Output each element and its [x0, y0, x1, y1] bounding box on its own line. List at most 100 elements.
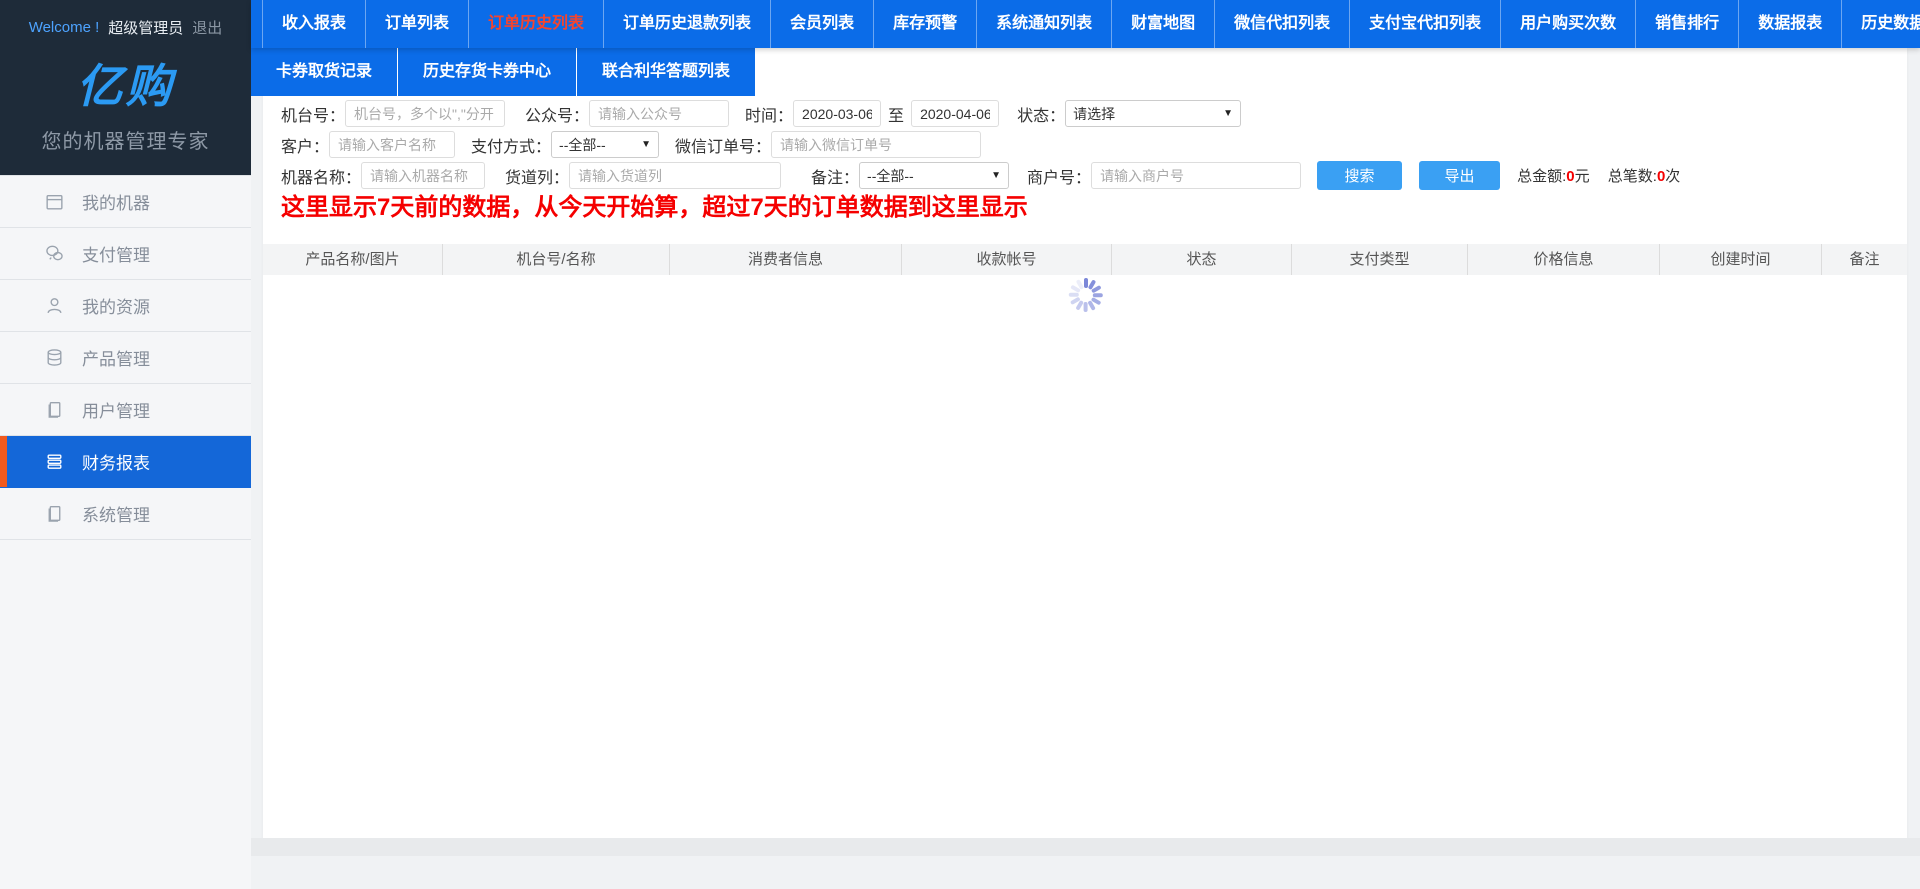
official-account-label: 公众号： — [525, 107, 590, 125]
tab-history-data-report[interactable]: 历史数据报表 — [1842, 0, 1920, 48]
tab-data-report[interactable]: 数据报表 — [1739, 0, 1843, 48]
file-icon — [48, 401, 61, 418]
filter-row-2: 客户： 支付方式： --全部-- ▼ 微信订单号： — [281, 131, 1889, 158]
sidebar-item-system-management[interactable]: 系统管理 — [0, 488, 251, 540]
sidebar-item-label: 系统管理 — [82, 506, 150, 525]
wechat-order-label: 微信订单号： — [675, 138, 772, 156]
col-price-info: 价格信息 — [1468, 244, 1660, 275]
top-nav: 收入报表 订单列表 订单历史列表 订单历史退款列表 会员列表 库存预警 系统通知… — [251, 0, 1920, 48]
export-button[interactable]: 导出 — [1419, 161, 1501, 190]
brand-tagline: 您的机器管理专家 — [41, 131, 210, 153]
col-receiving-account: 收款帐号 — [902, 244, 1112, 275]
machine-no-input[interactable] — [345, 100, 506, 127]
total-amount-label: 总金额: — [1517, 168, 1567, 185]
sidebar-item-label: 支付管理 — [82, 246, 150, 265]
col-created-time: 创建时间 — [1660, 244, 1822, 275]
tab-alipay-withhold-list[interactable]: 支付宝代扣列表 — [1350, 0, 1502, 48]
tab-coupon-pickup-records[interactable]: 卡券取货记录 — [251, 48, 398, 96]
tab-history-stock-coupon-center[interactable]: 历史存货卡券中心 — [397, 48, 577, 96]
sidebar-item-payment-management[interactable]: 支付管理 — [0, 228, 251, 280]
tab-sales-ranking[interactable]: 销售排行 — [1636, 0, 1740, 48]
logout-link[interactable]: 退出 — [192, 17, 222, 38]
sidebar-item-label: 财务报表 — [82, 454, 150, 473]
wechat-order-input[interactable] — [771, 131, 982, 158]
user-icon — [47, 298, 62, 314]
total-count-label: 总笔数: — [1607, 168, 1657, 185]
tab-user-purchase-count[interactable]: 用户购买次数 — [1501, 0, 1637, 48]
bottom-scroll-band — [251, 838, 1920, 856]
sidebar-item-user-management[interactable]: 用户管理 — [0, 384, 251, 436]
user-bar: Welcome ! 超级管理员 退出 — [0, 0, 251, 38]
pay-method-select[interactable]: --全部-- ▼ — [551, 131, 660, 158]
sidebar-item-my-resources[interactable]: 我的资源 — [0, 280, 251, 332]
sidebar-menu: 我的机器 支付管理 我的资源 产品管理 用户管理 财务报表 系统管理 — [0, 175, 251, 540]
date-from-input[interactable] — [793, 100, 882, 127]
machine-no-label: 机台号： — [281, 107, 346, 125]
date-to-separator: 至 — [888, 107, 905, 125]
sidebar-item-my-machines[interactable]: 我的机器 — [0, 176, 251, 228]
total-count: 总笔数:0次 — [1608, 168, 1681, 185]
machine-icon — [46, 195, 63, 210]
brand-logo: 亿购 — [76, 60, 175, 112]
welcome-text: Welcome ! — [28, 19, 100, 36]
official-account-input[interactable] — [589, 100, 730, 127]
sidebar-header: Welcome ! 超级管理员 退出 亿购 您的机器管理专家 — [0, 0, 251, 175]
sub-nav: 卡券取货记录 历史存货卡券中心 联合利华答题列表 — [251, 48, 756, 96]
machine-name-input[interactable] — [361, 162, 486, 189]
sidebar-item-product-management[interactable]: 产品管理 — [0, 332, 251, 384]
lane-input[interactable] — [569, 162, 782, 189]
customer-label: 客户： — [281, 138, 330, 156]
table-header-row: 产品名称/图片 机台号/名称 消费者信息 收款帐号 状态 支付类型 价格信息 创… — [263, 244, 1907, 275]
tab-income-report[interactable]: 收入报表 — [262, 0, 367, 48]
total-amount: 总金额:0元 — [1517, 168, 1590, 185]
col-consumer-info: 消费者信息 — [670, 244, 902, 275]
remark-label: 备注： — [811, 169, 860, 187]
database-icon — [47, 349, 62, 366]
tab-order-history-refund-list[interactable]: 订单历史退款列表 — [604, 0, 772, 48]
status-label: 状态： — [1017, 107, 1066, 125]
tab-stock-warning[interactable]: 库存预警 — [874, 0, 978, 48]
col-machine-no-name: 机台号/名称 — [443, 244, 670, 275]
col-pay-type: 支付类型 — [1292, 244, 1468, 275]
date-to-input[interactable] — [911, 100, 1000, 127]
remark-select-value: --全部-- — [867, 167, 914, 184]
col-status: 状态 — [1112, 244, 1292, 275]
sidebar-item-label: 我的机器 — [82, 194, 150, 213]
chevron-down-icon: ▼ — [641, 139, 652, 150]
tab-order-history-list[interactable]: 订单历史列表 — [469, 0, 605, 48]
status-select[interactable]: 请选择 ▼ — [1065, 100, 1242, 127]
tab-wechat-withhold-list[interactable]: 微信代扣列表 — [1215, 0, 1351, 48]
notice-banner: 这里显示7天前的数据，从今天开始算，超过7天的订单数据到这里显示 — [281, 194, 1028, 221]
tab-member-list[interactable]: 会员列表 — [771, 0, 875, 48]
machine-name-label: 机器名称： — [281, 169, 362, 187]
merchant-input[interactable] — [1091, 162, 1302, 189]
wechat-icon — [46, 245, 63, 261]
lane-label: 货道列： — [505, 169, 570, 187]
total-amount-unit: 元 — [1574, 168, 1590, 185]
search-button[interactable]: 搜索 — [1317, 161, 1403, 190]
col-product-name-image: 产品名称/图片 — [263, 244, 443, 275]
total-count-unit: 次 — [1665, 168, 1681, 185]
col-remark: 备注 — [1849, 251, 1880, 268]
filter-row-3: 机器名称： 货道列： 备注： --全部-- ▼ 商户号： 搜索 导出 总金额:0… — [281, 161, 1889, 190]
sidebar-item-label: 我的资源 — [82, 298, 150, 317]
tab-unilever-quiz-list[interactable]: 联合利华答题列表 — [576, 48, 756, 96]
status-select-value: 请选择 — [1073, 105, 1116, 122]
tab-wealth-map[interactable]: 财富地图 — [1112, 0, 1216, 48]
sidebar-item-label: 用户管理 — [82, 402, 150, 421]
loading-spinner-icon — [1067, 276, 1105, 314]
tab-system-notice-list[interactable]: 系统通知列表 — [977, 0, 1113, 48]
totals-summary: 总金额:0元 总笔数:0次 — [1517, 165, 1680, 186]
sidebar: Welcome ! 超级管理员 退出 亿购 您的机器管理专家 我的机器 支付管理… — [0, 0, 251, 889]
merchant-label: 商户号： — [1027, 169, 1092, 187]
file-icon — [48, 505, 61, 522]
customer-input[interactable] — [329, 131, 456, 158]
total-amount-value: 0 — [1566, 168, 1575, 185]
filter-row-1: 机台号： 公众号： 时间： 至 状态： 请选择 ▼ — [281, 100, 1889, 127]
content-panel: 机台号： 公众号： 时间： 至 状态： 请选择 ▼ 客户： 支付方式： --全部… — [263, 48, 1907, 838]
tab-order-list[interactable]: 订单列表 — [366, 0, 470, 48]
remark-select[interactable]: --全部-- ▼ — [859, 162, 1010, 189]
sidebar-item-finance-reports[interactable]: 财务报表 — [0, 436, 251, 488]
time-label: 时间： — [745, 107, 794, 125]
report-lines-icon — [47, 454, 62, 469]
